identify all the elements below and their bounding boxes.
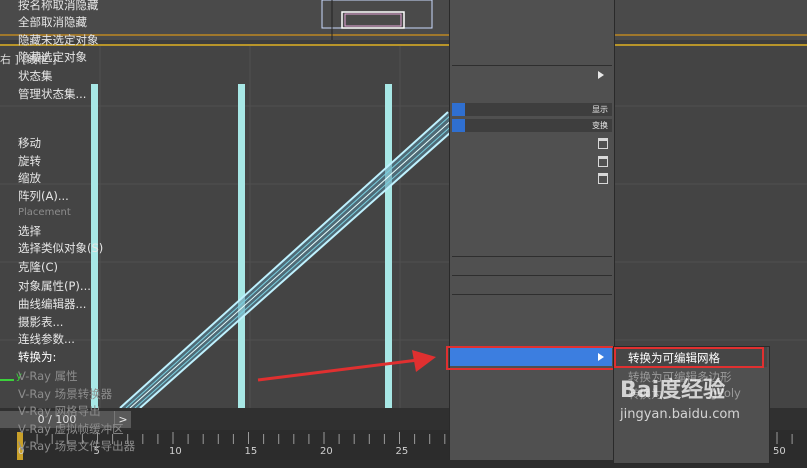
submenu-arrow-icon bbox=[598, 71, 604, 79]
watermark-brand: Bai度经验 bbox=[620, 378, 726, 403]
active-viewport-border bbox=[0, 44, 807, 46]
menu-item-unhide-by-name[interactable]: 按名称取消隐藏 bbox=[18, 0, 99, 13]
menu-item-move[interactable]: 移动 bbox=[18, 135, 41, 151]
menu-separator bbox=[452, 275, 612, 276]
tick-label: 15 bbox=[244, 446, 258, 457]
tick-label: 25 bbox=[395, 446, 409, 457]
menu-item-curve-editor[interactable]: 曲线编辑器... bbox=[18, 296, 86, 312]
menu-item-rotate[interactable]: 旋转 bbox=[18, 153, 41, 169]
menu-item-vray-properties[interactable]: V-Ray 属性 bbox=[18, 368, 78, 384]
baidu-watermark: Bai度经验 jingyan.baidu.com bbox=[620, 378, 740, 424]
tick-label: 50 bbox=[773, 446, 786, 457]
quad-header-transform: 变换 bbox=[452, 119, 612, 132]
menu-separator bbox=[452, 256, 612, 257]
menu-item-wire-parameters[interactable]: 连线参数... bbox=[18, 331, 75, 347]
menu-item-clone[interactable]: 克隆(C) bbox=[18, 259, 58, 275]
post-object-2 bbox=[238, 84, 245, 408]
quad-color-tab bbox=[452, 103, 465, 116]
post-object-3 bbox=[385, 84, 392, 408]
menu-separator bbox=[452, 294, 612, 295]
quad-header-transform-label: 变换 bbox=[592, 121, 608, 130]
menu-item-convert-to[interactable]: 转换为: bbox=[18, 349, 56, 365]
menu-item-vray-scene-exporter[interactable]: V-Ray 场景文件导出器 bbox=[18, 438, 135, 454]
scale-options-icon[interactable] bbox=[598, 173, 608, 184]
menu-item-state-sets[interactable]: 状态集 bbox=[18, 68, 53, 84]
annotation-box-editable-mesh bbox=[614, 347, 764, 368]
top-viewport-objects bbox=[321, 0, 433, 40]
menu-item-select[interactable]: 选择 bbox=[18, 223, 41, 239]
red-annotation-arrow bbox=[257, 350, 436, 382]
rotate-options-icon[interactable] bbox=[598, 156, 608, 167]
menu-item-select-similar[interactable]: 选择类似对象(S) bbox=[18, 240, 103, 256]
diagonal-rail-object bbox=[119, 111, 461, 408]
watermark-url: jingyan.baidu.com bbox=[620, 407, 740, 422]
tick-label: 20 bbox=[320, 446, 333, 457]
menu-item-placement[interactable]: Placement bbox=[18, 207, 71, 218]
menu-item-scale[interactable]: 缩放 bbox=[18, 170, 41, 186]
menu-item-unhide-all[interactable]: 全部取消隐藏 bbox=[18, 14, 87, 30]
tick-label: 10 bbox=[169, 446, 182, 457]
menu-item-vray-mesh-export[interactable]: V-Ray 网格导出 bbox=[18, 403, 101, 419]
quad-header-display-label: 显示 bbox=[592, 105, 608, 114]
menu-item-manage-state-sets[interactable]: 管理状态集... bbox=[18, 86, 86, 102]
menu-item-dope-sheet[interactable]: 摄影表... bbox=[18, 314, 63, 330]
menu-item-array[interactable]: 阵列(A)... bbox=[18, 188, 69, 204]
menu-item-vray-scene-converter[interactable]: V-Ray 场景转换器 bbox=[18, 386, 112, 402]
quad-header-display: 显示 bbox=[452, 103, 612, 116]
menu-item-hide-unselected[interactable]: 隐藏未选定对象 bbox=[18, 32, 99, 48]
quad-context-menu bbox=[449, 0, 615, 460]
annotation-box-convert bbox=[446, 346, 616, 370]
quad-color-tab bbox=[452, 119, 465, 132]
menu-item-hide-selected[interactable]: 隐藏选定对象 bbox=[18, 49, 87, 65]
menu-item-vray-frame-buffer[interactable]: V-Ray 虚拟帧缓冲区 bbox=[18, 421, 124, 437]
menu-item-object-properties[interactable]: 对象属性(P)... bbox=[18, 278, 91, 294]
menu-separator bbox=[452, 65, 612, 66]
top-viewport[interactable] bbox=[0, 0, 807, 40]
move-options-icon[interactable] bbox=[598, 138, 608, 149]
